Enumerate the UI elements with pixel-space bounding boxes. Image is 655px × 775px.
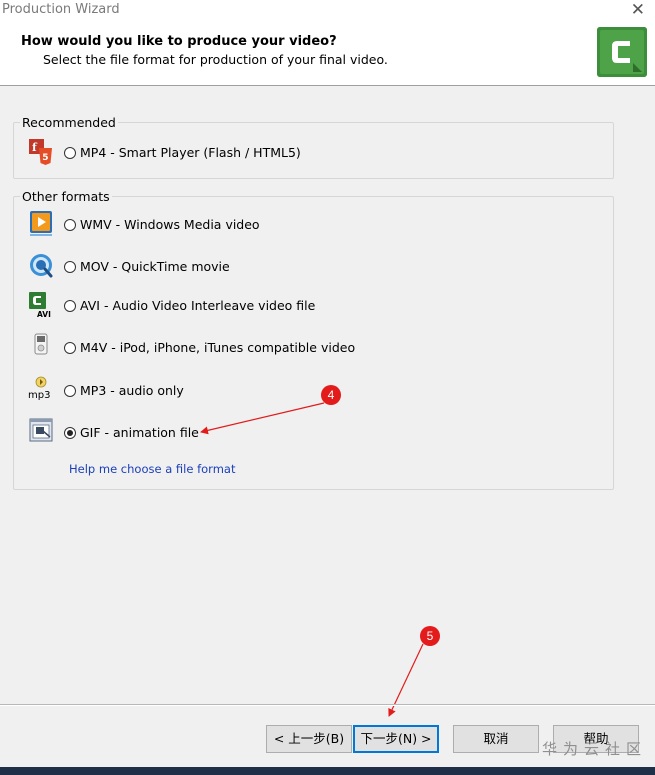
option-m4v[interactable]: M4V - iPod, iPhone, iTunes compatible vi… [13,333,593,365]
header-subtitle: Select the file format for production of… [43,52,388,67]
svg-text:mp3: mp3 [28,390,50,401]
help-choose-format-link[interactable]: Help me choose a file format [69,462,235,476]
option-label-wmv: WMV - Windows Media video [80,217,260,232]
option-mp4[interactable]: f 5 MP4 - Smart Player (Flash / HTML5) [13,138,593,170]
watermark: 华为云社区 [541,740,647,758]
option-wmv[interactable]: WMV - Windows Media video [13,210,593,242]
option-label-avi: AVI - Audio Video Interleave video file [80,298,316,313]
option-avi[interactable]: AVI AVI - Audio Video Interleave video f… [13,291,593,323]
option-label-gif: GIF - animation file [80,425,199,440]
mp3-icon: mp3 [28,376,50,401]
recommended-label: Recommended [20,115,118,130]
option-gif[interactable]: GIF - animation file [13,418,593,450]
option-label-mp3: MP3 - audio only [80,383,184,398]
next-button[interactable]: 下一步(N) > [353,725,439,753]
close-icon[interactable]: ✕ [631,0,645,20]
avi-icon: AVI [29,292,51,319]
radio-mp3[interactable] [64,385,76,397]
option-mov[interactable]: MOV - QuickTime movie [13,252,593,284]
taskbar-strip [0,767,655,775]
radio-avi[interactable] [64,300,76,312]
svg-text:5: 5 [42,153,48,163]
svg-text:AVI: AVI [37,310,51,319]
quicktime-icon [30,254,53,278]
callout-5-badge: 5 [420,626,440,646]
ipod-icon [34,333,48,355]
gif-icon [29,418,53,442]
header-title: How would you like to produce your video… [21,34,337,49]
option-label-m4v: M4V - iPod, iPhone, iTunes compatible vi… [80,340,356,355]
wmv-icon [30,211,52,236]
wizard-header: How would you like to produce your video… [0,22,655,86]
title-bar: Production Wizard ✕ [0,0,655,22]
mp4-flash-html5-icon: f 5 [29,139,52,165]
option-label-mp4: MP4 - Smart Player (Flash / HTML5) [80,145,301,160]
back-button[interactable]: < 上一步(B) [266,725,352,753]
cancel-button[interactable]: 取消 [453,725,539,753]
radio-wmv[interactable] [64,219,76,231]
camtasia-logo-icon [597,27,647,77]
other-formats-label: Other formats [20,189,112,204]
callout-4-badge: 4 [321,385,341,405]
radio-gif[interactable] [64,427,76,439]
radio-mov[interactable] [64,261,76,273]
window-title: Production Wizard [2,2,120,17]
radio-m4v[interactable] [64,342,76,354]
option-mp3[interactable]: mp3 MP3 - audio only [13,376,593,408]
radio-mp4[interactable] [64,147,76,159]
footer-divider-highlight [0,705,655,706]
option-label-mov: MOV - QuickTime movie [80,259,230,274]
